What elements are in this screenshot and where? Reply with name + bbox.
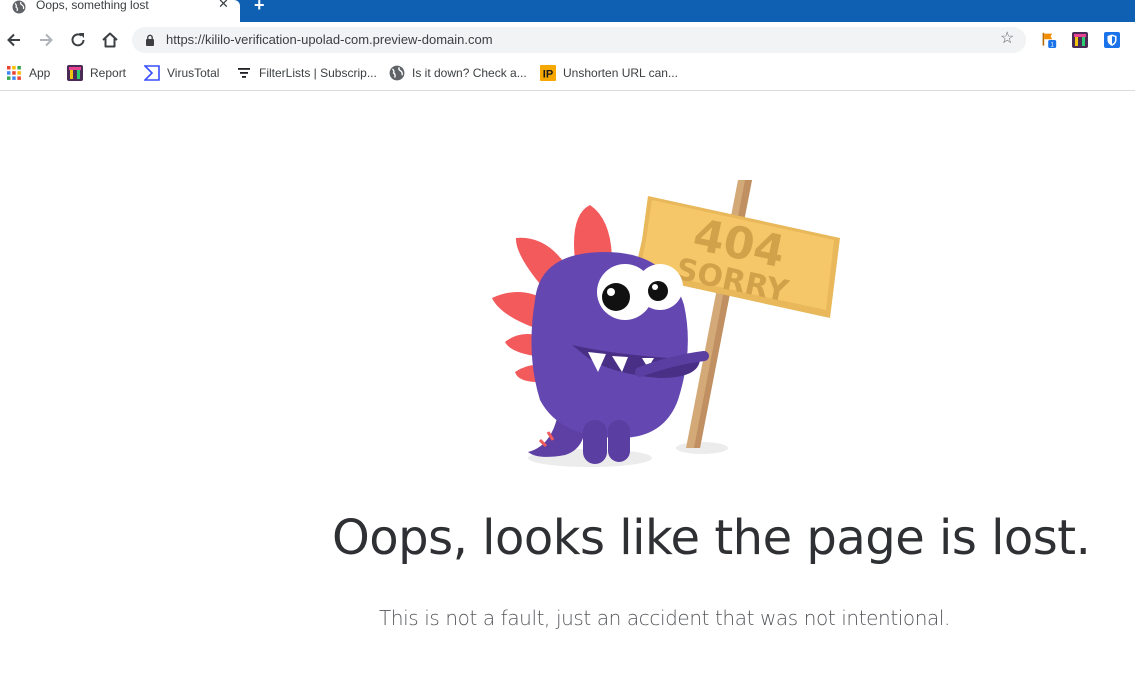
bookmark-label: Unshorten URL can...	[563, 66, 678, 80]
bookmark-label: VirusTotal	[167, 66, 220, 80]
home-icon[interactable]	[100, 30, 120, 50]
apps-grid-icon	[7, 66, 21, 80]
address-bar[interactable]: https://kililo-verification-upolad-com.p…	[132, 27, 1026, 53]
globe-icon	[389, 65, 405, 81]
plus-icon[interactable]: +	[254, 0, 265, 14]
lock-icon[interactable]	[144, 34, 156, 46]
reload-icon[interactable]	[68, 30, 88, 50]
close-icon[interactable]: ✕	[218, 0, 229, 11]
bookmark-label: App	[29, 66, 51, 80]
flag-extension-icon[interactable]: 1	[1041, 32, 1057, 48]
url-text[interactable]: https://kililo-verification-upolad-com.p…	[166, 32, 493, 48]
purple-dinosaur-illustration: 404 SORRY	[492, 180, 840, 467]
report-icon	[67, 65, 83, 81]
report-extension-icon[interactable]	[1072, 32, 1088, 48]
bookmark-isitdown[interactable]: Is it down? Check a...	[389, 64, 527, 82]
page-subline: This is not a fault, just an accident th…	[379, 606, 951, 630]
globe-icon	[12, 0, 26, 14]
bookmark-filterlists[interactable]: FilterLists | Subscrip...	[236, 64, 377, 82]
tab-strip: Oops, something lost ✕ +	[0, 0, 1135, 22]
tab-title: Oops, something lost	[36, 0, 149, 12]
bookmarks-bar: App Report VirusTotal FilterLists | Subs…	[0, 58, 1135, 91]
filter-icon	[238, 68, 250, 78]
tab-active[interactable]: Oops, something lost ✕	[0, 0, 240, 22]
ip-icon: IP	[540, 65, 556, 81]
bookmark-label: Is it down? Check a...	[412, 66, 527, 80]
svg-text:IP: IP	[543, 69, 553, 81]
arrow-left-icon[interactable]	[4, 30, 24, 50]
star-icon[interactable]: ☆	[1000, 30, 1014, 48]
arrow-right-icon[interactable]	[36, 30, 56, 50]
extension-badge: 1	[1050, 41, 1054, 48]
bookmark-label: Report	[90, 66, 127, 80]
bookmark-report[interactable]: Report	[67, 64, 126, 82]
bookmark-unshorten[interactable]: IP Unshorten URL can...	[540, 64, 678, 82]
shield-extension-icon[interactable]	[1104, 32, 1120, 48]
bookmark-virustotal[interactable]: VirusTotal	[144, 64, 219, 82]
virustotal-icon	[144, 65, 160, 81]
browser-toolbar: https://kililo-verification-upolad-com.p…	[0, 22, 1135, 58]
bookmark-app[interactable]: App	[6, 64, 50, 82]
bookmark-label: FilterLists | Subscrip...	[259, 66, 377, 80]
page-headline: Oops, looks like the page is lost.	[332, 510, 1091, 566]
